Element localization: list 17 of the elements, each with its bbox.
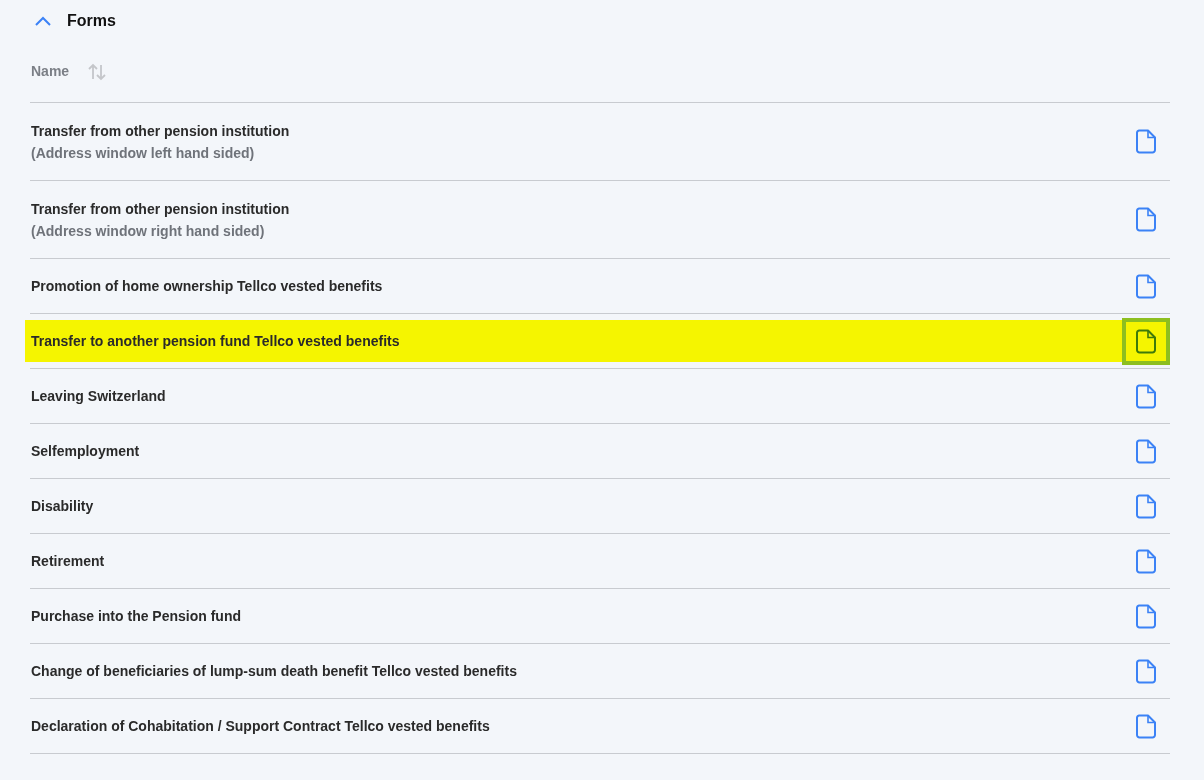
form-name: Change of beneficiaries of lump-sum death benefit Tellco vested benefits: [31, 662, 517, 681]
form-name: Selfemployment: [31, 442, 140, 461]
form-name: Transfer to another pension fund Tellco vested benefits: [31, 332, 400, 351]
form-subtitle: (Address window right hand sided): [31, 221, 266, 241]
form-name: Leaving Switzerland: [31, 387, 166, 406]
form-name: Promotion of home ownership Tellco vested benefits: [31, 277, 383, 296]
document-icon[interactable]: [1122, 317, 1170, 365]
form-name: Disability: [31, 497, 94, 516]
name-column-header[interactable]: Name: [30, 61, 108, 82]
form-name: Transfer from other pension institution: [31, 199, 290, 219]
form-subtitle: (Address window left hand sided): [31, 143, 256, 163]
section-title: Forms: [67, 10, 116, 31]
sort-icon: [87, 61, 108, 82]
form-name: Transfer from other pension institution: [31, 121, 290, 141]
form-name: Retirement: [31, 552, 105, 571]
form-name: Purchase into the Pension fund: [31, 607, 242, 626]
form-name: Declaration of Cohabitation / Support Contract Tellco vested benefits: [31, 717, 490, 736]
